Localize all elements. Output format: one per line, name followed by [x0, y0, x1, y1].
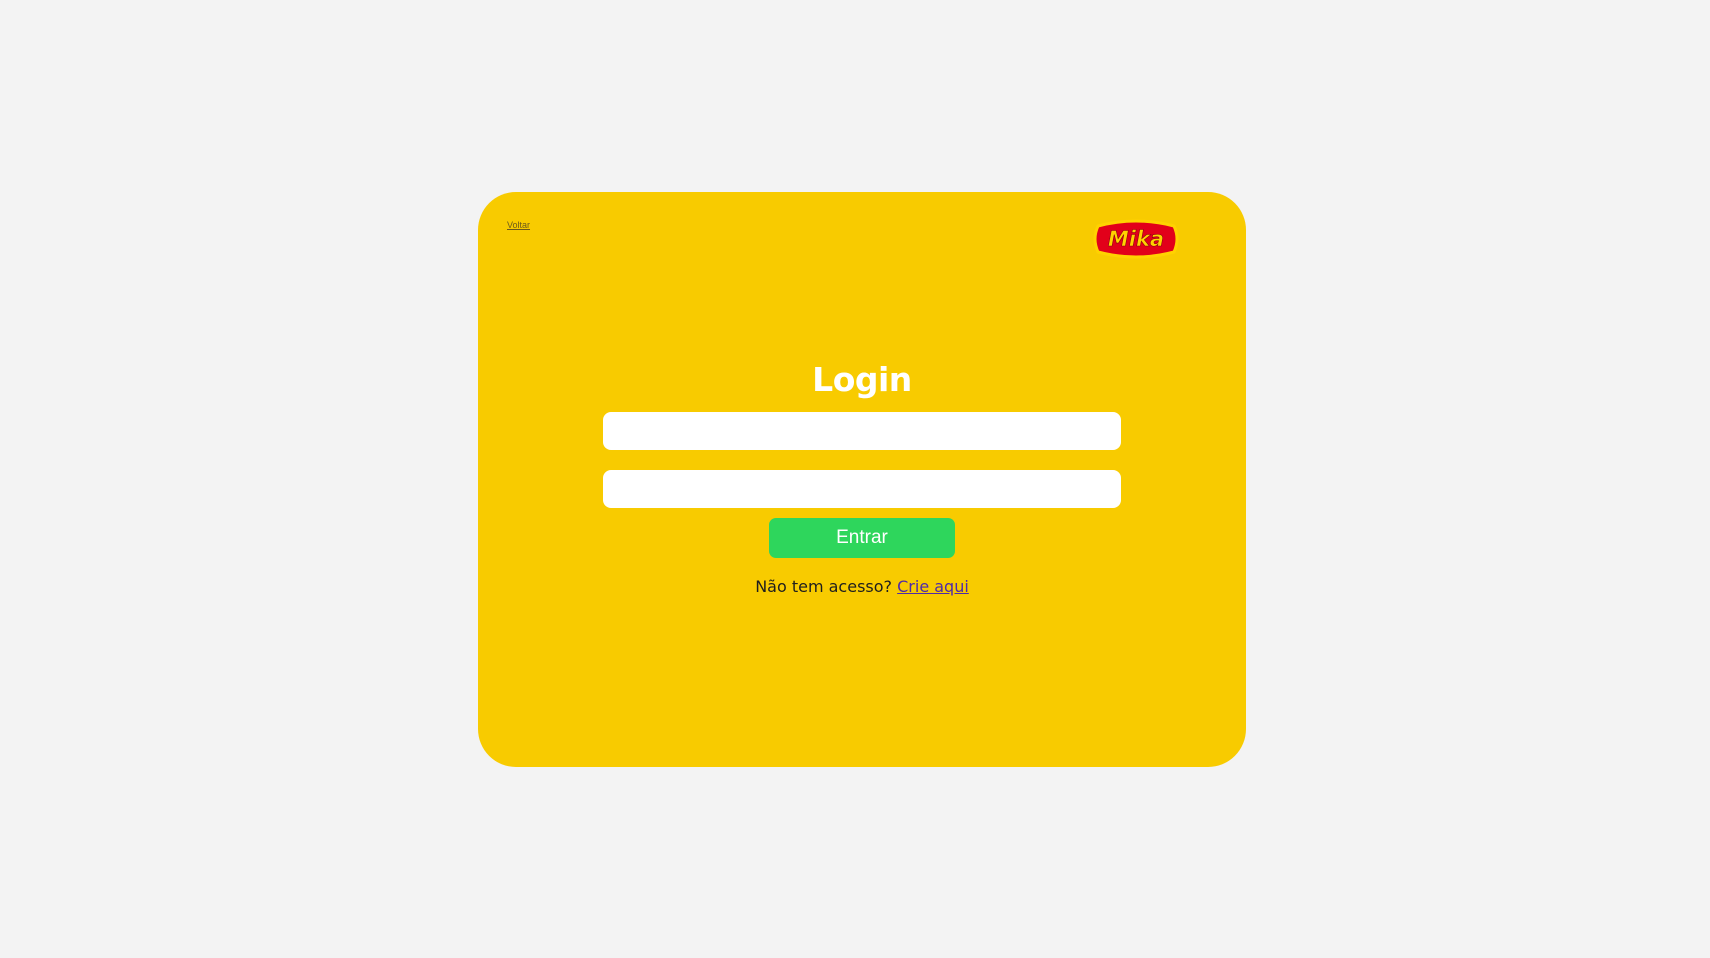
signup-prompt: Não tem acesso? Crie aqui [478, 577, 1246, 596]
back-link[interactable]: Voltar [507, 220, 530, 230]
password-input[interactable] [603, 470, 1121, 508]
mika-logo: Mika [1092, 218, 1180, 260]
signup-prompt-text: Não tem acesso? [755, 577, 893, 596]
svg-text:Mika: Mika [1108, 227, 1164, 251]
page-title: Login [812, 360, 912, 399]
username-input[interactable] [603, 412, 1121, 450]
login-button[interactable]: Entrar [769, 518, 955, 558]
signup-link[interactable]: Crie aqui [897, 577, 969, 596]
login-card: Voltar Mika Login Entrar Não tem acesso?… [478, 192, 1246, 767]
